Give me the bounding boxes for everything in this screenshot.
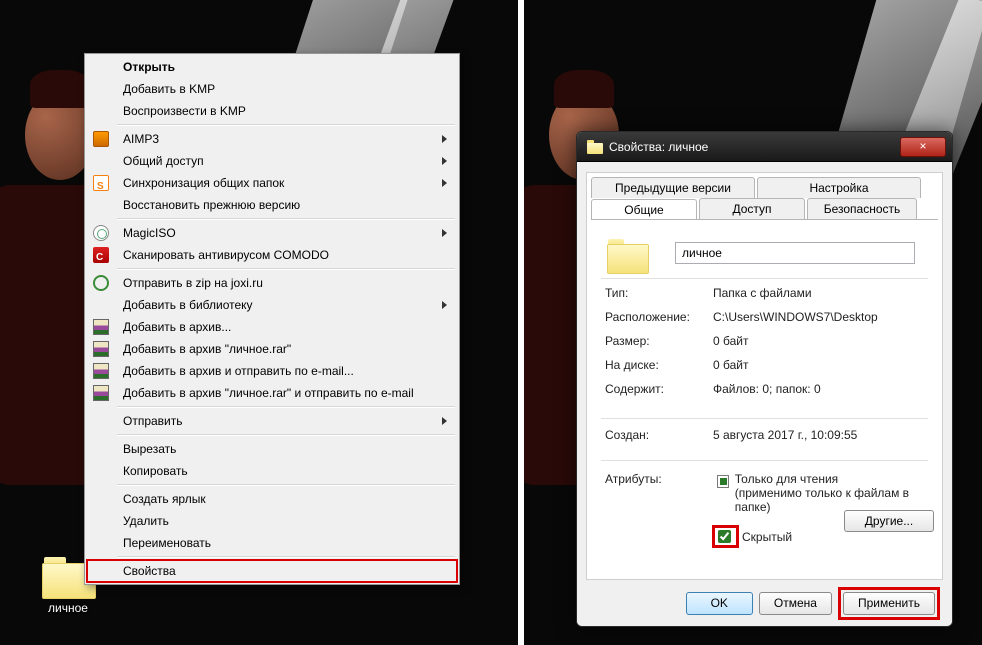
ctx-add-email[interactable]: Добавить в архив и отправить по e-mail..… (87, 360, 457, 382)
label-type: Тип: (605, 286, 713, 300)
tab-settings[interactable]: Настройка (757, 177, 921, 198)
tab-access[interactable]: Доступ (699, 198, 805, 219)
winrar-icon (93, 363, 109, 379)
label-location: Расположение: (605, 310, 713, 324)
label-attributes: Атрибуты: (605, 472, 713, 486)
tab-strip: Предыдущие версии Настройка Общие Доступ… (587, 173, 942, 219)
ctx-shortcut[interactable]: Создать ярлык (87, 488, 457, 510)
checkbox-readonly[interactable] (717, 475, 729, 488)
dialog-body: Предыдущие версии Настройка Общие Доступ… (586, 172, 943, 580)
value-ondisk: 0 байт (713, 358, 924, 372)
tab-security[interactable]: Безопасность (807, 198, 917, 219)
value-size: 0 байт (713, 334, 924, 348)
ctx-aimp[interactable]: AIMP3 (87, 128, 457, 150)
label-hidden: Скрытый (742, 530, 792, 544)
ctx-restore[interactable]: Восстановить прежнюю версию (87, 194, 457, 216)
ctx-share[interactable]: Общий доступ (87, 150, 457, 172)
ctx-properties[interactable]: Свойства (87, 560, 457, 582)
tab-general[interactable]: Общие (591, 199, 697, 220)
ctx-sync[interactable]: Синхронизация общих папок (87, 172, 457, 194)
ctx-magiciso[interactable]: MagicISO (87, 222, 457, 244)
label-created: Создан: (605, 428, 713, 442)
ctx-add-archive[interactable]: Добавить в архив... (87, 316, 457, 338)
ctx-delete[interactable]: Удалить (87, 510, 457, 532)
submenu-arrow-icon (442, 135, 447, 143)
winrar-icon (93, 385, 109, 401)
ctx-add-kmp[interactable]: Добавить в KMP (87, 78, 457, 100)
highlight-apply-button: Применить (838, 587, 940, 620)
tab-general-page: Тип:Папка с файлами Расположение:C:\User… (591, 219, 938, 575)
folder-icon (607, 238, 647, 272)
ctx-rename[interactable]: Переименовать (87, 532, 457, 554)
value-contains: Файлов: 0; папок: 0 (713, 382, 924, 396)
submenu-arrow-icon (442, 179, 447, 187)
dialog-title: Свойства: личное (609, 140, 708, 154)
ctx-joxi[interactable]: Отправить в zip на joxi.ru (87, 272, 457, 294)
context-menu: Открыть Добавить в KMP Воспроизвести в K… (84, 53, 460, 585)
ctx-play-kmp[interactable]: Воспроизвести в KMP (87, 100, 457, 122)
dialog-button-row: OK Отмена Применить (577, 580, 952, 626)
value-type: Папка с файлами (713, 286, 924, 300)
properties-dialog: Свойства: личное × Предыдущие версии Нас… (576, 131, 953, 627)
checkbox-hidden[interactable] (718, 530, 731, 543)
ctx-add-rar-email[interactable]: Добавить в архив "личное.rar" и отправит… (87, 382, 457, 404)
value-created: 5 августа 2017 г., 10:09:55 (713, 428, 857, 442)
magiciso-icon (93, 225, 109, 241)
submenu-arrow-icon (442, 157, 447, 165)
ctx-copy[interactable]: Копировать (87, 460, 457, 482)
desktop-folder-label: личное (32, 601, 104, 615)
submenu-arrow-icon (442, 417, 447, 425)
label-ondisk: На диске: (605, 358, 713, 372)
ctx-cut[interactable]: Вырезать (87, 438, 457, 460)
submenu-arrow-icon (442, 229, 447, 237)
other-attributes-button[interactable]: Другие... (844, 510, 934, 532)
aimp-icon (93, 131, 109, 147)
submenu-arrow-icon (442, 301, 447, 309)
winrar-icon (93, 319, 109, 335)
folder-name-input[interactable] (675, 242, 915, 264)
dialog-titlebar[interactable]: Свойства: личное × (577, 132, 952, 162)
joxi-icon (93, 275, 109, 291)
split-divider (518, 0, 524, 645)
sync-icon (93, 175, 109, 191)
cancel-button[interactable]: Отмена (759, 592, 832, 615)
close-button[interactable]: × (900, 137, 946, 157)
highlight-hidden-checkbox (713, 526, 738, 547)
folder-icon (587, 140, 603, 154)
ctx-library[interactable]: Добавить в библиотеку (87, 294, 457, 316)
ok-button[interactable]: OK (686, 592, 753, 615)
comodo-icon (93, 247, 109, 263)
tab-previous-versions[interactable]: Предыдущие версии (591, 177, 755, 198)
winrar-icon (93, 341, 109, 357)
ctx-comodo[interactable]: Сканировать антивирусом COMODO (87, 244, 457, 266)
label-contains: Содержит: (605, 382, 713, 396)
close-icon: × (919, 139, 926, 153)
label-size: Размер: (605, 334, 713, 348)
apply-button[interactable]: Применить (843, 592, 935, 615)
ctx-open[interactable]: Открыть (87, 56, 457, 78)
label-readonly: Только для чтения (735, 472, 838, 486)
ctx-send[interactable]: Отправить (87, 410, 457, 432)
value-location: C:\Users\WINDOWS7\Desktop (713, 310, 924, 324)
ctx-add-rar[interactable]: Добавить в архив "личное.rar" (87, 338, 457, 360)
